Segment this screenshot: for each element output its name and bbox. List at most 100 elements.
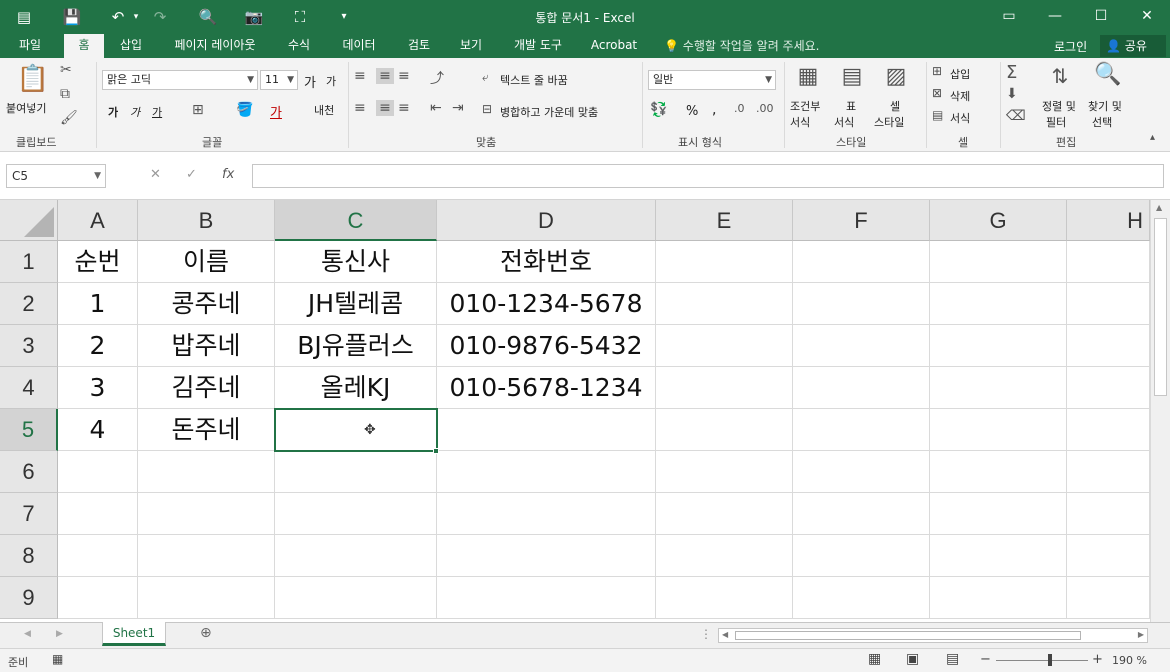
scroll-left-icon[interactable]: ◀	[722, 630, 728, 639]
tab-formulas[interactable]: 수식	[276, 34, 322, 58]
cell-a5[interactable]: 4	[58, 409, 138, 451]
vertical-scroll-thumb[interactable]	[1154, 218, 1167, 396]
orientation-icon[interactable]: ⤴	[430, 68, 444, 88]
column-header-c[interactable]: C	[275, 200, 437, 241]
fill-icon[interactable]: ⬇	[1006, 86, 1018, 102]
minimize-button[interactable]: —	[1042, 5, 1068, 27]
merge-center-button[interactable]: 병합하고 가운데 맞춤	[500, 104, 598, 120]
maximize-button[interactable]: ☐	[1088, 5, 1114, 27]
cell-d7[interactable]	[437, 493, 656, 535]
tab-developer[interactable]: 개발 도구	[504, 34, 572, 58]
cut-icon[interactable]: ✂	[60, 62, 72, 78]
cell-e4[interactable]	[656, 367, 793, 409]
cell-e2[interactable]	[656, 283, 793, 325]
shrink-font-button[interactable]: 가	[326, 73, 336, 89]
grow-font-button[interactable]: 가	[304, 72, 316, 91]
cell-e8[interactable]	[656, 535, 793, 577]
column-header-e[interactable]: E	[656, 200, 793, 241]
cell-d1[interactable]: 전화번호	[437, 241, 656, 283]
align-center-icon[interactable]: ≡	[376, 100, 394, 116]
underline-button[interactable]: 가	[152, 104, 162, 120]
delete-cells-button[interactable]: 삭제	[950, 88, 970, 104]
cell-h4[interactable]	[1067, 367, 1150, 409]
fill-handle[interactable]	[433, 448, 439, 454]
number-format-combo[interactable]: 일반 ▼	[648, 70, 776, 90]
cell-e1[interactable]	[656, 241, 793, 283]
font-name-combo[interactable]: 맑은 고딕 ▼	[102, 70, 258, 90]
row-header-4[interactable]: 4	[0, 367, 58, 409]
enter-entry-icon[interactable]: ✓	[186, 167, 197, 182]
cell-c9[interactable]	[275, 577, 437, 619]
sort-filter-icon[interactable]: ⇅	[1046, 64, 1074, 94]
prev-sheet-icon[interactable]: ◀	[24, 629, 31, 639]
cell-g7[interactable]	[930, 493, 1067, 535]
cell-d8[interactable]	[437, 535, 656, 577]
find-select-icon[interactable]: 🔍	[1094, 62, 1122, 92]
formula-input[interactable]	[252, 164, 1164, 188]
column-header-a[interactable]: A	[58, 200, 138, 241]
cell-e6[interactable]	[656, 451, 793, 493]
horizontal-scroll-thumb[interactable]	[735, 631, 1081, 640]
cell-f5[interactable]	[793, 409, 930, 451]
paste-button-label[interactable]: 붙여넣기	[6, 100, 46, 116]
cell-g6[interactable]	[930, 451, 1067, 493]
font-size-combo[interactable]: 11 ▼	[260, 70, 298, 90]
zoom-level[interactable]: 190 %	[1112, 654, 1147, 667]
page-layout-view-icon[interactable]: ▣	[906, 651, 919, 667]
ribbon-display-icon[interactable]: ▭	[996, 5, 1022, 27]
conditional-formatting-label-2[interactable]: 서식	[790, 114, 810, 130]
scroll-up-icon[interactable]: ▲	[1156, 203, 1162, 212]
tab-split-handle[interactable]: ⋮	[700, 627, 712, 641]
cell-b8[interactable]	[138, 535, 275, 577]
bold-button[interactable]: 가	[108, 104, 118, 120]
zoom-slider-track[interactable]	[996, 660, 1088, 661]
cell-a9[interactable]	[58, 577, 138, 619]
clear-icon[interactable]: ⌫	[1006, 108, 1026, 124]
cell-g1[interactable]	[930, 241, 1067, 283]
format-as-table-label-1[interactable]: 표	[846, 98, 856, 114]
wrap-text-button[interactable]: 텍스트 줄 바꿈	[500, 72, 568, 88]
tab-file[interactable]: 파일	[6, 34, 54, 58]
cell-f9[interactable]	[793, 577, 930, 619]
normal-view-icon[interactable]: ▦	[868, 651, 881, 667]
paste-icon[interactable]: 📋	[16, 64, 50, 96]
column-header-f[interactable]: F	[793, 200, 930, 241]
vertical-scrollbar[interactable]: ▲	[1150, 200, 1170, 622]
increase-decimal-icon[interactable]: .0	[734, 102, 745, 115]
decrease-decimal-icon[interactable]: .00	[756, 102, 774, 115]
share-button[interactable]: 👤 공유	[1100, 35, 1166, 57]
align-left-icon[interactable]: ≡	[354, 100, 366, 116]
row-header-7[interactable]: 7	[0, 493, 58, 535]
cell-h9[interactable]	[1067, 577, 1150, 619]
cell-d5[interactable]	[437, 409, 656, 451]
find-select-label-2[interactable]: 선택	[1092, 114, 1112, 130]
cell-f1[interactable]	[793, 241, 930, 283]
tell-me-box[interactable]: 💡 수행할 작업을 알려 주세요.	[664, 37, 819, 54]
cell-a2[interactable]: 1	[58, 283, 138, 325]
cell-e3[interactable]	[656, 325, 793, 367]
cell-d3[interactable]: 010-9876-5432	[437, 325, 656, 367]
next-sheet-icon[interactable]: ▶	[56, 629, 63, 639]
cell-g4[interactable]	[930, 367, 1067, 409]
cell-b2[interactable]: 콩주네	[138, 283, 275, 325]
cell-h6[interactable]	[1067, 451, 1150, 493]
cell-f4[interactable]	[793, 367, 930, 409]
cell-g8[interactable]	[930, 535, 1067, 577]
zoom-out-button[interactable]: −	[980, 652, 991, 667]
cell-f3[interactable]	[793, 325, 930, 367]
cell-f2[interactable]	[793, 283, 930, 325]
cell-styles-icon[interactable]: ▨	[882, 64, 910, 94]
percent-button[interactable]: %	[686, 104, 698, 119]
fill-color-icon[interactable]: 🪣	[236, 102, 253, 118]
cell-c4[interactable]: 올레KJ	[275, 367, 437, 409]
align-right-icon[interactable]: ≡	[398, 100, 410, 116]
row-header-5[interactable]: 5	[0, 409, 58, 451]
insert-function-icon[interactable]: fx	[222, 167, 234, 182]
increase-indent-icon[interactable]: ⇥	[452, 100, 464, 116]
borders-icon[interactable]: ⊞	[192, 102, 204, 118]
row-header-9[interactable]: 9	[0, 577, 58, 619]
align-bottom-icon[interactable]: ≡	[398, 68, 410, 84]
italic-button[interactable]: 가	[130, 104, 140, 120]
find-select-label-1[interactable]: 찾기 및	[1088, 98, 1122, 114]
cell-b3[interactable]: 밥주네	[138, 325, 275, 367]
